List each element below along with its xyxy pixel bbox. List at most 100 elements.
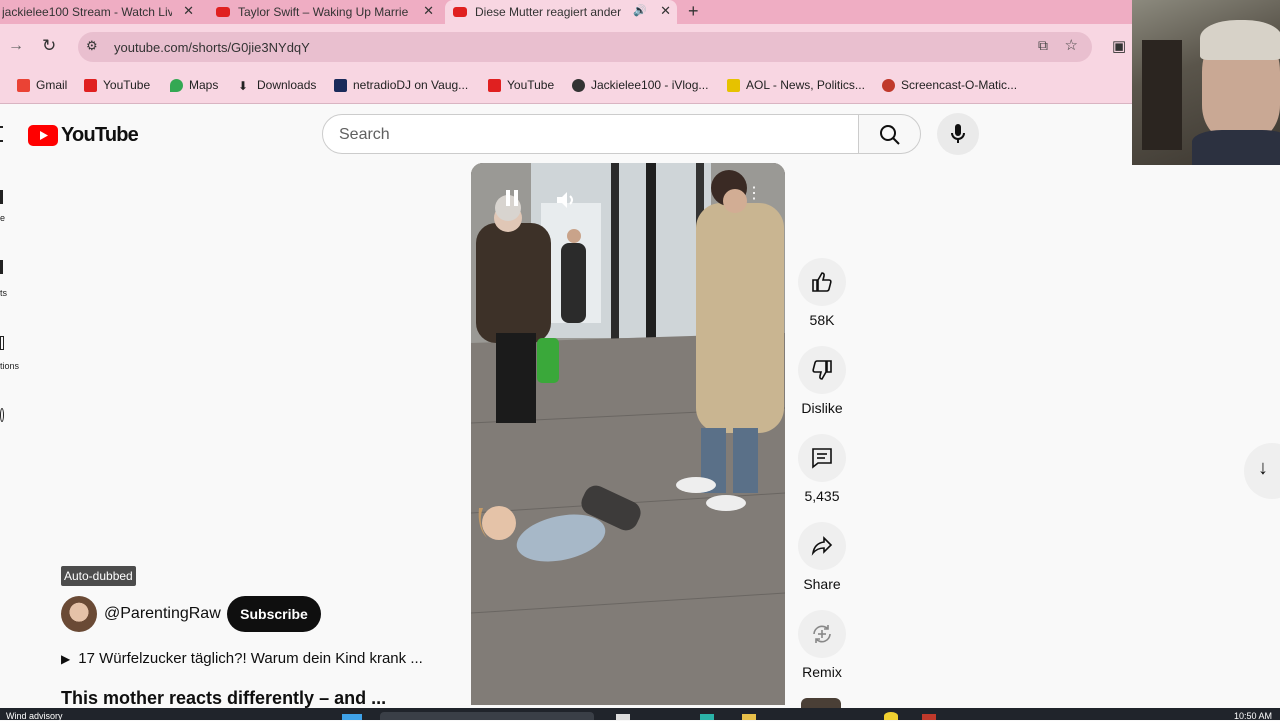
youtube-favicon-icon xyxy=(216,7,230,17)
tab-jackielee-stream[interactable]: jackielee100 Stream - Watch Liv ✕ xyxy=(0,0,200,24)
speaker-icon[interactable]: 🔊 xyxy=(633,4,647,17)
search-icon xyxy=(880,125,900,145)
shorts-video-player[interactable]: ⋮ xyxy=(471,163,785,705)
more-options-icon[interactable]: ⋮ xyxy=(746,186,762,209)
bookmark-gmail[interactable]: Gmail xyxy=(17,78,67,92)
dislike-label: Dislike xyxy=(801,400,843,416)
sound-thumbnail[interactable] xyxy=(801,698,841,708)
search-input[interactable]: Search xyxy=(322,114,859,154)
sidebar-item-shorts-label[interactable]: ts xyxy=(0,288,7,298)
start-icon[interactable] xyxy=(342,714,362,720)
site-info-icon[interactable]: ⚙ xyxy=(86,38,98,54)
screencast-icon xyxy=(882,78,895,92)
ivlog-icon xyxy=(572,78,585,92)
bookmark-downloads[interactable]: ⬇ Downloads xyxy=(238,78,316,93)
sidebar-menu-icon[interactable] xyxy=(0,126,3,142)
pause-button[interactable] xyxy=(501,187,523,209)
comments-circle xyxy=(798,434,846,482)
youtube-logo[interactable]: YouTube xyxy=(28,124,139,147)
close-icon[interactable]: ✕ xyxy=(183,3,194,19)
bookmark-netradiodj[interactable]: netradioDJ on Vaug... xyxy=(334,78,468,92)
close-icon[interactable]: ✕ xyxy=(660,3,671,19)
vaughn-icon xyxy=(334,78,347,92)
microphone-icon xyxy=(951,124,965,143)
webcam-person-shirt xyxy=(1192,130,1280,165)
taskbar-app-icon[interactable] xyxy=(922,714,936,720)
reload-icon[interactable]: ↻ xyxy=(42,36,56,56)
taskbar-app-icon[interactable] xyxy=(700,714,714,720)
voice-search-button[interactable] xyxy=(937,113,979,155)
sidebar-item-home-label[interactable]: e xyxy=(0,213,5,223)
bookmark-screencast[interactable]: Screencast-O-Matic... xyxy=(882,78,1017,92)
like-button[interactable]: 58K xyxy=(798,258,846,328)
volume-button[interactable] xyxy=(555,191,577,209)
new-tab-button[interactable]: + xyxy=(688,0,699,22)
windows-taskbar: Wind advisory 10:50 AM xyxy=(0,708,1280,721)
taskbar-app-icon[interactable] xyxy=(742,714,756,720)
comments-button[interactable]: 5,435 xyxy=(798,434,846,504)
extensions-icon[interactable]: ▣ xyxy=(1112,37,1126,55)
address-bar[interactable]: ⚙ youtube.com/shorts/G0jie3NYdqY ⧉ ☆ xyxy=(78,32,1092,62)
play-icon: ▶ xyxy=(61,651,71,666)
share-label: Share xyxy=(803,576,841,592)
close-icon[interactable]: ✕ xyxy=(423,3,434,19)
gmail-icon xyxy=(17,78,30,92)
tab-active-mutter[interactable]: Diese Mutter reagiert ander 🔊 ✕ xyxy=(445,0,677,24)
like-circle xyxy=(798,258,846,306)
webcam-person-hair xyxy=(1200,20,1280,60)
tab-title: jackielee100 Stream - Watch Liv xyxy=(2,5,172,19)
taskbar-search[interactable] xyxy=(380,712,594,720)
related-video-link[interactable]: ▶ 17 Würfelzucker täglich?! Warum dein K… xyxy=(61,650,423,667)
sidebar-item-subscriptions-icon[interactable] xyxy=(0,336,4,350)
sidebar-item-you-icon[interactable] xyxy=(0,408,4,422)
maps-pin-icon xyxy=(170,78,183,92)
comment-icon xyxy=(812,448,832,469)
subscribe-button[interactable]: Subscribe xyxy=(227,596,321,632)
bookmark-youtube-2[interactable]: YouTube xyxy=(488,78,554,92)
related-video-title: 17 Würfelzucker täglich?! Warum dein Kin… xyxy=(78,650,423,667)
taskbar-app-icon[interactable] xyxy=(616,714,630,720)
webcam-shelf xyxy=(1142,40,1182,150)
video-title: This mother reacts differently – and ... xyxy=(61,688,387,708)
bookmark-jackielee-ivlog[interactable]: Jackielee100 - iVlog... xyxy=(572,78,708,92)
tab-strip: jackielee100 Stream - Watch Liv ✕ Taylor… xyxy=(0,0,1132,24)
pause-icon xyxy=(514,190,518,206)
remix-button[interactable]: Remix xyxy=(798,610,846,680)
next-video-button[interactable]: ↓ xyxy=(1244,443,1280,499)
youtube-favicon-icon xyxy=(453,7,467,17)
share-icon xyxy=(811,536,833,556)
forward-icon[interactable]: → xyxy=(8,37,24,55)
channel-handle[interactable]: @ParentingRaw xyxy=(104,605,221,623)
install-icon[interactable]: ⧉ xyxy=(1038,37,1048,54)
sidebar-item-shorts-icon[interactable] xyxy=(0,260,3,274)
tab-title: Taylor Swift – Waking Up Marrie xyxy=(238,5,408,19)
toolbar: → ↻ ⚙ youtube.com/shorts/G0jie3NYdqY ⧉ ☆… xyxy=(0,24,1132,70)
taskbar-app-icon[interactable] xyxy=(884,712,898,720)
share-button[interactable]: Share xyxy=(798,522,846,592)
auto-dubbed-badge: Auto-dubbed xyxy=(61,566,136,586)
dislike-button[interactable]: Dislike xyxy=(798,346,846,416)
dislike-circle xyxy=(798,346,846,394)
thumbs-down-icon xyxy=(812,360,832,380)
channel-avatar[interactable] xyxy=(61,596,97,632)
tab-title: Diese Mutter reagiert ander xyxy=(475,5,622,19)
remix-label: Remix xyxy=(802,664,842,680)
youtube-icon xyxy=(84,78,97,92)
url-text: youtube.com/shorts/G0jie3NYdqY xyxy=(114,40,310,55)
tab-taylor-swift[interactable]: Taylor Swift – Waking Up Marrie ✕ xyxy=(208,0,440,24)
search-placeholder: Search xyxy=(339,126,390,143)
bookmarks-bar: Gmail YouTube Maps ⬇ Downloads netradioDJ… xyxy=(0,70,1132,104)
sidebar-item-subscriptions-label[interactable]: tions xyxy=(0,361,19,371)
bookmark-maps[interactable]: Maps xyxy=(170,78,218,92)
download-icon: ⬇ xyxy=(238,78,249,93)
bookmark-youtube[interactable]: YouTube xyxy=(84,78,150,92)
like-count: 58K xyxy=(809,312,835,328)
search-button[interactable] xyxy=(858,114,921,154)
thumbs-up-icon xyxy=(812,272,832,292)
youtube-logo-icon xyxy=(28,125,58,146)
remix-circle xyxy=(798,610,846,658)
star-icon[interactable]: ☆ xyxy=(1065,36,1078,54)
bookmark-aol[interactable]: AOL - News, Politics... xyxy=(727,78,865,92)
share-circle xyxy=(798,522,846,570)
sidebar-item-home-icon[interactable] xyxy=(0,190,3,204)
